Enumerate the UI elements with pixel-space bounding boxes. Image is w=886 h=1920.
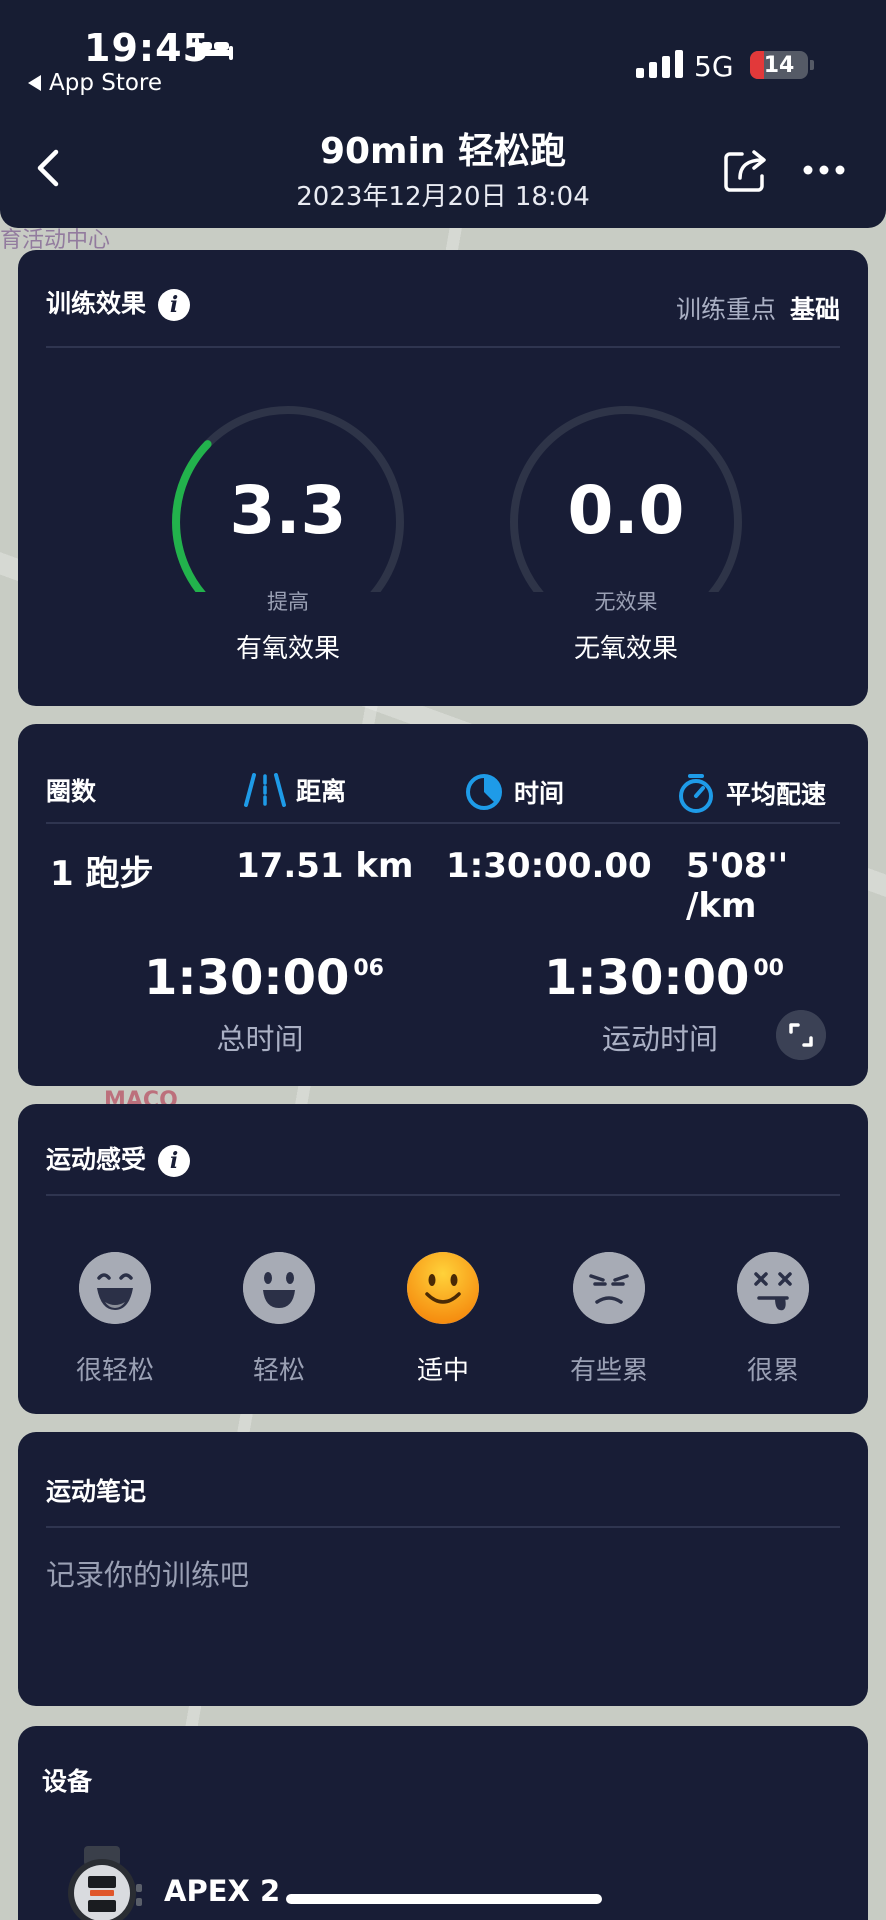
expand-button[interactable]	[776, 1010, 826, 1060]
home-indicator[interactable]	[286, 1894, 602, 1904]
aerobic-value: 3.3	[229, 472, 347, 549]
feeling-option-moderate[interactable]: 适中	[388, 1252, 498, 1387]
moving-time-fraction: 00	[753, 956, 784, 981]
total-time: 1:30:00 06	[114, 950, 414, 1006]
training-focus: 训练重点 基础	[676, 290, 840, 326]
feeling-option-label: 很轻松	[75, 1356, 154, 1386]
feeling-option-easy[interactable]: 轻松	[224, 1252, 334, 1387]
road-icon	[244, 773, 286, 807]
feeling-title-text: 运动感受	[46, 1145, 147, 1174]
battery-nub	[810, 60, 814, 70]
training-focus-label: 训练重点	[676, 295, 777, 324]
device-card: 设备 APEX 2	[18, 1726, 868, 1920]
device-name: APEX 2	[164, 1874, 281, 1908]
total-time-label: 总时间	[216, 1022, 304, 1056]
feeling-option-somewhat-tired[interactable]: 有些累	[554, 1252, 664, 1387]
divider	[46, 1526, 840, 1528]
watch-icon	[68, 1846, 142, 1920]
feeling-option-label: 轻松	[252, 1356, 305, 1386]
more-button[interactable]	[802, 160, 846, 180]
share-button[interactable]	[722, 146, 770, 194]
feeling-option-very-easy[interactable]: 很轻松	[60, 1252, 170, 1387]
signal-icon	[636, 50, 683, 78]
feeling-option-very-tired[interactable]: 很累	[718, 1252, 828, 1387]
status-time: 19:45	[84, 26, 210, 70]
battery-icon: 14	[750, 51, 808, 79]
exhausted-face-icon	[737, 1252, 809, 1324]
moving-time: 1:30:00 00	[514, 950, 814, 1006]
info-icon[interactable]: i	[158, 289, 191, 321]
lap-time: 1:30:00.00	[446, 846, 652, 886]
laughing-face-icon	[79, 1252, 151, 1324]
tired-face-icon	[573, 1252, 645, 1324]
lap-distance: 17.51 km	[236, 846, 414, 886]
back-app-label: App Store	[49, 70, 163, 96]
clock-icon	[466, 774, 502, 810]
back-triangle-icon	[28, 75, 41, 91]
feeling-title: 运动感受 i	[46, 1140, 191, 1177]
pace-header-label: 平均配速	[726, 780, 827, 809]
distance-header: 距离	[244, 772, 346, 808]
training-effect-title-text: 训练效果	[46, 289, 147, 318]
lap-pace: 5'08'' /km	[686, 846, 789, 926]
smiling-face-icon	[243, 1252, 315, 1324]
divider	[46, 1194, 840, 1196]
laps-header: 圈数	[46, 772, 96, 808]
aerobic-label: 有氧效果	[235, 634, 340, 664]
network-type: 5G	[694, 50, 734, 83]
laps-card: 圈数 距离 时间 平均配速 1 跑步 17.51 km 1:30:00.00 5…	[18, 724, 868, 1086]
moving-time-label: 运动时间	[601, 1022, 718, 1056]
sleep-focus-icon	[195, 38, 233, 60]
nav-header: 19:45 App Store 5G 14 90min 轻松跑 2023年12月…	[0, 0, 886, 228]
back-to-app-link[interactable]: App Store	[28, 70, 162, 96]
notes-title: 运动笔记	[46, 1477, 147, 1506]
notes-input[interactable]: 记录你的训练吧	[46, 1552, 249, 1594]
happy-face-icon	[407, 1252, 479, 1324]
time-header: 时间	[464, 772, 564, 812]
moving-time-main: 1:30:00	[543, 950, 750, 1006]
time-header-label: 时间	[514, 779, 565, 808]
training-focus-value: 基础	[789, 295, 840, 324]
anaerobic-level: 无效果	[594, 590, 658, 614]
training-effect-title: 训练效果 i	[46, 284, 191, 321]
aerobic-level: 提高	[267, 590, 309, 614]
stopwatch-icon	[679, 774, 713, 813]
divider	[46, 822, 840, 824]
distance-header-label: 距离	[296, 777, 347, 806]
feeling-option-label: 有些累	[569, 1356, 648, 1386]
info-icon[interactable]: i	[158, 1145, 191, 1177]
pace-header: 平均配速	[676, 772, 826, 814]
training-effect-card: 训练效果 i 训练重点 基础 3.3 提高 有氧效果 0.0 无效果 无氧效果	[18, 250, 868, 706]
battery-level: 14	[763, 52, 795, 78]
device-title: 设备	[42, 1767, 93, 1796]
anaerobic-value: 0.0	[567, 472, 685, 549]
feeling-option-label: 很累	[746, 1356, 799, 1386]
feeling-option-label: 适中	[416, 1356, 469, 1386]
total-time-fraction: 06	[353, 956, 384, 981]
lap-name: 1 跑步	[50, 854, 154, 894]
total-time-main: 1:30:00	[143, 950, 350, 1006]
divider	[46, 346, 840, 348]
anaerobic-label: 无氧效果	[573, 634, 678, 664]
laps-header-label: 圈数	[46, 777, 97, 806]
notes-card[interactable]: 运动笔记 记录你的训练吧	[18, 1432, 868, 1706]
